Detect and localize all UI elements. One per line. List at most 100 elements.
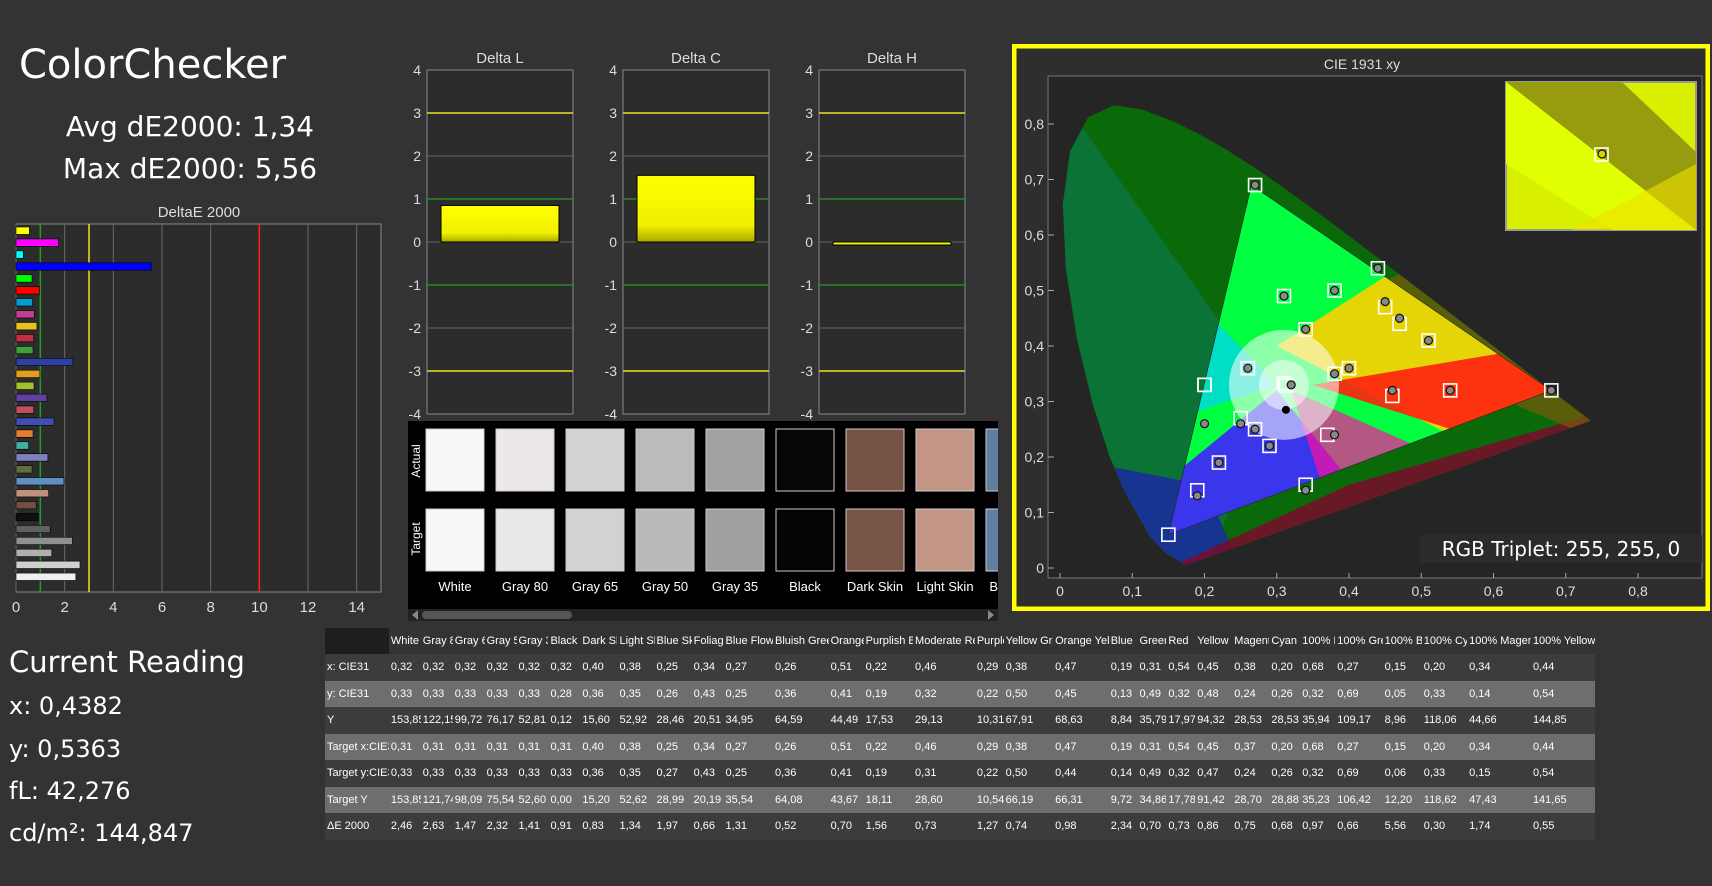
current-reading-heading: Current Reading [9,645,245,679]
deltae-bar [15,238,59,247]
table-cell: 0,38 [1005,661,1028,674]
scrollbar-thumb[interactable] [422,611,572,619]
table-column-header: 100% Red [1302,635,1335,647]
table-cell: 0,31 [454,740,477,753]
cie-x-tick-label: 0,3 [1267,583,1287,599]
table-cell: 2,34 [1110,820,1133,833]
table-cell: 52,60 [518,793,547,806]
cie-actual-point [1250,180,1260,190]
table-cell: 17,53 [865,714,894,727]
table-cell: 9,72 [1110,793,1133,806]
delta-c-chart: Delta C 4 3 2 1 0 -1 -2 -3 -4 [605,50,770,422]
table-cell: 0,29 [976,661,999,674]
table-cell: 0,20 [1271,661,1293,674]
deltae-bar [15,346,34,355]
deltae-bar [15,357,74,366]
delta-y-tick-label: -2 [605,320,618,336]
table-cell: 0,32 [1302,767,1324,780]
table-cell: 20,19 [693,793,722,806]
delta-h-chart: Delta H 4 3 2 1 0 -1 -2 -3 -4 [801,50,966,422]
table-cell: 0,66 [1337,820,1359,833]
deltae-bar [15,572,77,581]
cie-x-tick-label: 0,5 [1412,583,1432,599]
delta-y-tick-label: 0 [609,234,617,250]
table-cell: 153,85 [390,793,421,806]
table-cell: 0,27 [1337,740,1359,753]
table-row-label: Target Y [327,793,368,806]
table-cell: 0,97 [1302,820,1324,833]
swatch-label: Black [789,579,821,594]
table-cell: 5,56 [1384,820,1407,833]
table-cell: 0,46 [915,661,937,674]
cie-actual-point [1380,297,1390,307]
table-cell: 0,40 [582,661,604,674]
table-cell: 0,36 [582,687,604,700]
table-cell: 0,45 [1055,687,1077,700]
target-swatch [705,508,765,572]
table-cell: 52,81 [518,714,547,727]
table-column-header: Blue Sky [656,635,692,647]
table-column-header: Gray 65 [454,635,485,647]
table-cell: 0,31 [915,767,937,780]
deltae-bar [15,441,29,450]
delta-y-tick-label: -4 [801,406,814,422]
delta-chart-title: Delta C [671,50,721,67]
inset-actual-point [1597,149,1607,159]
cie-chart-title: CIE 1931 xy [1324,56,1400,72]
table-cell: 0,33 [390,687,413,700]
delta-chart-title: Delta H [867,50,917,67]
table-row-label: Y [327,714,335,727]
table-cell: 0,31 [390,740,413,753]
table-cell: 0,33 [518,687,540,700]
table-cell: 0,44 [1532,740,1555,753]
table-cell: 0,74 [1005,820,1028,833]
deltae-bar [15,262,152,271]
deltae-bar [15,536,73,545]
table-cell: 0,54 [1168,661,1190,674]
table-row-label: Target x:CIE31 [327,740,389,753]
table-row: y: CIE31 0,33 0,33 0,33 0,33 0,33 0,28 0,36 0,35… [325,680,1595,707]
swatch-panel: Actual Target White Gray 80 Gray 65 Gray 50… [408,421,998,621]
delta-y-tick-label: 2 [805,148,813,164]
table-cell: 0,27 [656,767,678,780]
cie-actual-point [1192,491,1202,501]
cie-actual-point [1394,313,1405,323]
deltae-x-tick-label: 2 [60,599,68,616]
table-cell: 91,42 [1197,793,1225,806]
table-cell: 0,69 [1337,687,1359,700]
table-cell: 0,24 [1234,687,1256,700]
table-cell: 0,26 [656,687,678,700]
table-cell: 0,49 [1139,767,1161,780]
table-cell: 0,22 [865,661,888,674]
table-cell: 0,31 [1139,740,1161,753]
table-cell: 29,13 [915,714,943,727]
table-column-header: 100% Yellow [1532,635,1595,647]
table-cell: 0,29 [976,740,999,753]
table-cell: 15,20 [582,793,610,806]
table-cell: 0,14 [1110,767,1133,780]
cie-actual-point [1301,485,1311,495]
delta-y-tick-label: 2 [413,148,421,164]
swatch-label: Gray 65 [572,579,618,594]
table-cell: 0,32 [1168,687,1190,700]
actual-swatch [705,428,765,492]
table-cell: 34,86 [1139,793,1167,806]
table-cell: 0,33 [1423,767,1446,780]
table-column-header: 100% Magenta [1469,635,1531,647]
table-cell: 0,25 [656,740,678,753]
table-cell: 52,92 [619,714,647,727]
actual-swatch [985,428,998,492]
target-swatch [565,508,625,572]
cie-y-tick-label: 0 [1036,560,1044,576]
table-column-header: Black [550,635,578,647]
table-cell: 0,20 [1423,740,1446,753]
cie-x-tick-label: 0,7 [1556,583,1576,599]
table-cell: 94,32 [1197,714,1225,727]
table-cell: 0,33 [486,687,509,700]
page-title: ColorChecker [19,42,287,88]
table-cell: 0,48 [1197,687,1219,700]
table-cell: 0,34 [1469,661,1491,674]
cie-x-tick-label: 0,2 [1195,583,1215,599]
table-row: Y 153,85122,1599,7276,1752,810,12 15,60 52,… [325,707,1595,734]
table-cell: 0,32 [915,687,937,700]
